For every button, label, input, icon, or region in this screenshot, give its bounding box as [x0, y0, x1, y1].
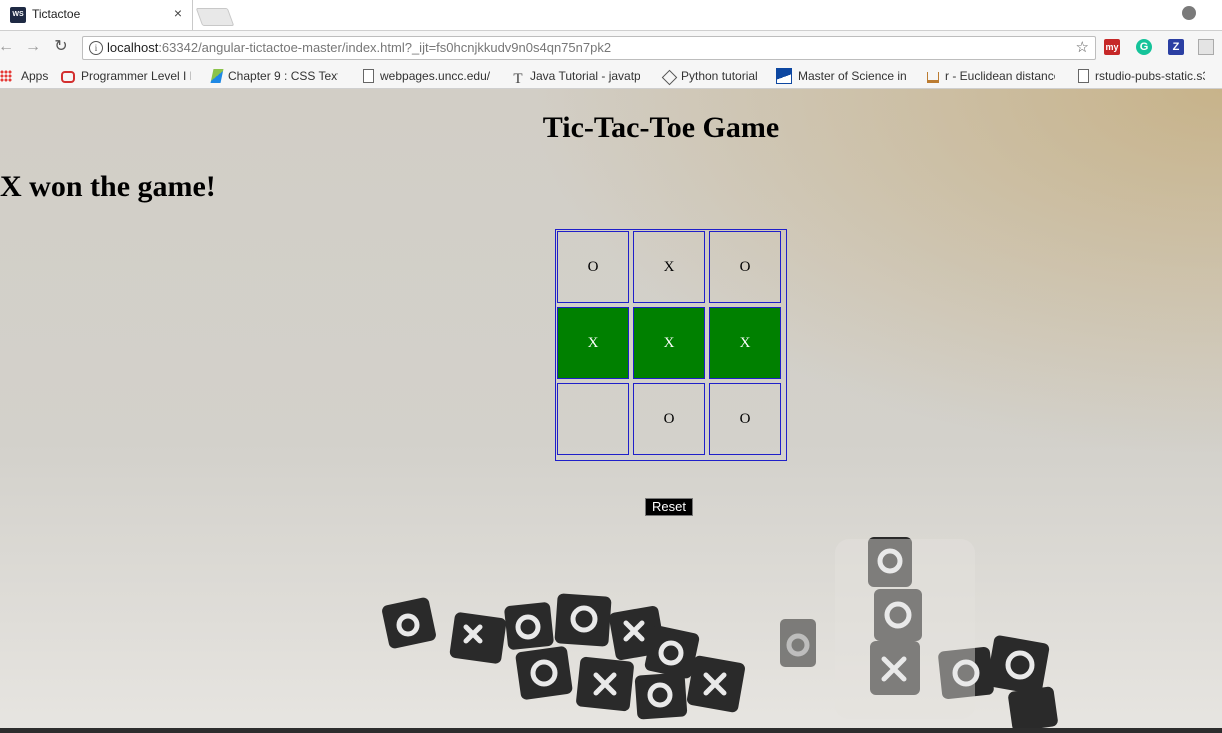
page-content: Tic-Tac-Toe Game X won the game! O X O X… [0, 89, 1222, 733]
bookmark-uncc-webpages[interactable]: webpages.uncc.edu/x [363, 68, 490, 84]
reload-icon[interactable]: ↻ [52, 38, 70, 56]
tab-title: Tictactoe [32, 7, 81, 21]
bookmark-java-tutorial[interactable]: T Java Tutorial - javatpo [512, 68, 640, 87]
apps-grid-icon [0, 70, 12, 82]
tab-strip: WS Tictactoe × [0, 0, 1222, 30]
game-board: O X O X X X O O [555, 229, 787, 461]
new-tab-button[interactable] [195, 8, 235, 26]
bookmark-programmer-level[interactable]: Programmer Level I E [61, 68, 191, 84]
board-cell-winning[interactable]: X [709, 307, 781, 379]
bookmark-label: r - Euclidean distance [945, 69, 1055, 83]
board-cell[interactable]: O [709, 383, 781, 455]
site-info-icon[interactable]: i [89, 41, 103, 55]
forward-arrow-icon[interactable]: → [24, 38, 42, 56]
bookmark-apps[interactable]: Apps [0, 68, 48, 84]
bookmark-label: webpages.uncc.edu/x [380, 69, 490, 83]
board-cell-winning[interactable]: X [633, 307, 705, 379]
close-tab-icon[interactable]: × [170, 5, 186, 21]
bookmark-label: Programmer Level I E [81, 69, 191, 83]
game-status-message: X won the game! [0, 170, 216, 203]
bookmark-label: Python tutorial [681, 69, 758, 83]
extension-my-icon[interactable]: my [1104, 39, 1120, 55]
uncc-icon [776, 68, 792, 84]
bookmark-label: Apps [21, 69, 49, 83]
bookmark-label: rstudio-pubs-static.s3 [1095, 69, 1205, 83]
board-cell[interactable]: O [633, 383, 705, 455]
browser-tab[interactable]: WS Tictactoe × [0, 0, 193, 30]
page-icon [1078, 69, 1089, 83]
reset-button[interactable]: Reset [645, 498, 693, 516]
bookmark-label: Java Tutorial - javatpo [530, 69, 640, 83]
bookmark-python-tutorial[interactable]: Python tutorial [661, 68, 758, 86]
extension-icon[interactable] [1198, 39, 1214, 55]
bookmark-icon [210, 69, 224, 83]
page-title: Tic-Tac-Toe Game [542, 111, 780, 144]
webstorm-favicon-icon: WS [10, 7, 26, 23]
taskbar-strip [0, 728, 1222, 733]
bookmark-label: Master of Science in C [798, 69, 908, 83]
url-path: :63342/angular-tictactoe-master/index.ht… [158, 40, 612, 55]
board-cell[interactable]: O [557, 231, 629, 303]
address-bar[interactable]: i localhost:63342/angular-tictactoe-mast… [82, 36, 1096, 60]
python-icon [661, 69, 678, 86]
bookmark-rstudio-pubs[interactable]: rstudio-pubs-static.s3 [1078, 68, 1205, 84]
browser-toolbar: ← → ↻ i localhost:63342/angular-tictacto… [0, 30, 1222, 64]
board-cell[interactable]: X [633, 231, 705, 303]
url-text[interactable]: localhost:63342/angular-tictactoe-master… [107, 40, 611, 55]
bookmark-label: Chapter 9 : CSS Text F [228, 69, 338, 83]
bookmark-star-icon[interactable]: ☆ [1076, 38, 1089, 56]
bookmark-euclidean-distance[interactable]: r - Euclidean distance [927, 68, 1055, 84]
board-cell[interactable]: O [709, 231, 781, 303]
bookmark-master-of-science[interactable]: Master of Science in C [776, 68, 908, 84]
profile-icon[interactable] [1182, 6, 1196, 20]
bookmark-css-text[interactable]: Chapter 9 : CSS Text F [210, 68, 338, 84]
bookmarks-bar: Apps Programmer Level I E Chapter 9 : CS… [0, 63, 1222, 89]
stackoverflow-icon [927, 72, 939, 83]
oracle-icon [61, 71, 75, 83]
url-host: localhost [107, 40, 159, 55]
javatpoint-icon: T [513, 71, 523, 87]
board-cell[interactable] [557, 383, 629, 455]
back-arrow-icon[interactable]: ← [0, 38, 15, 56]
grammarly-icon[interactable]: G [1136, 39, 1152, 55]
board-cell-winning[interactable]: X [557, 307, 629, 379]
zotero-icon[interactable]: Z [1168, 39, 1184, 55]
page-icon [363, 69, 374, 83]
